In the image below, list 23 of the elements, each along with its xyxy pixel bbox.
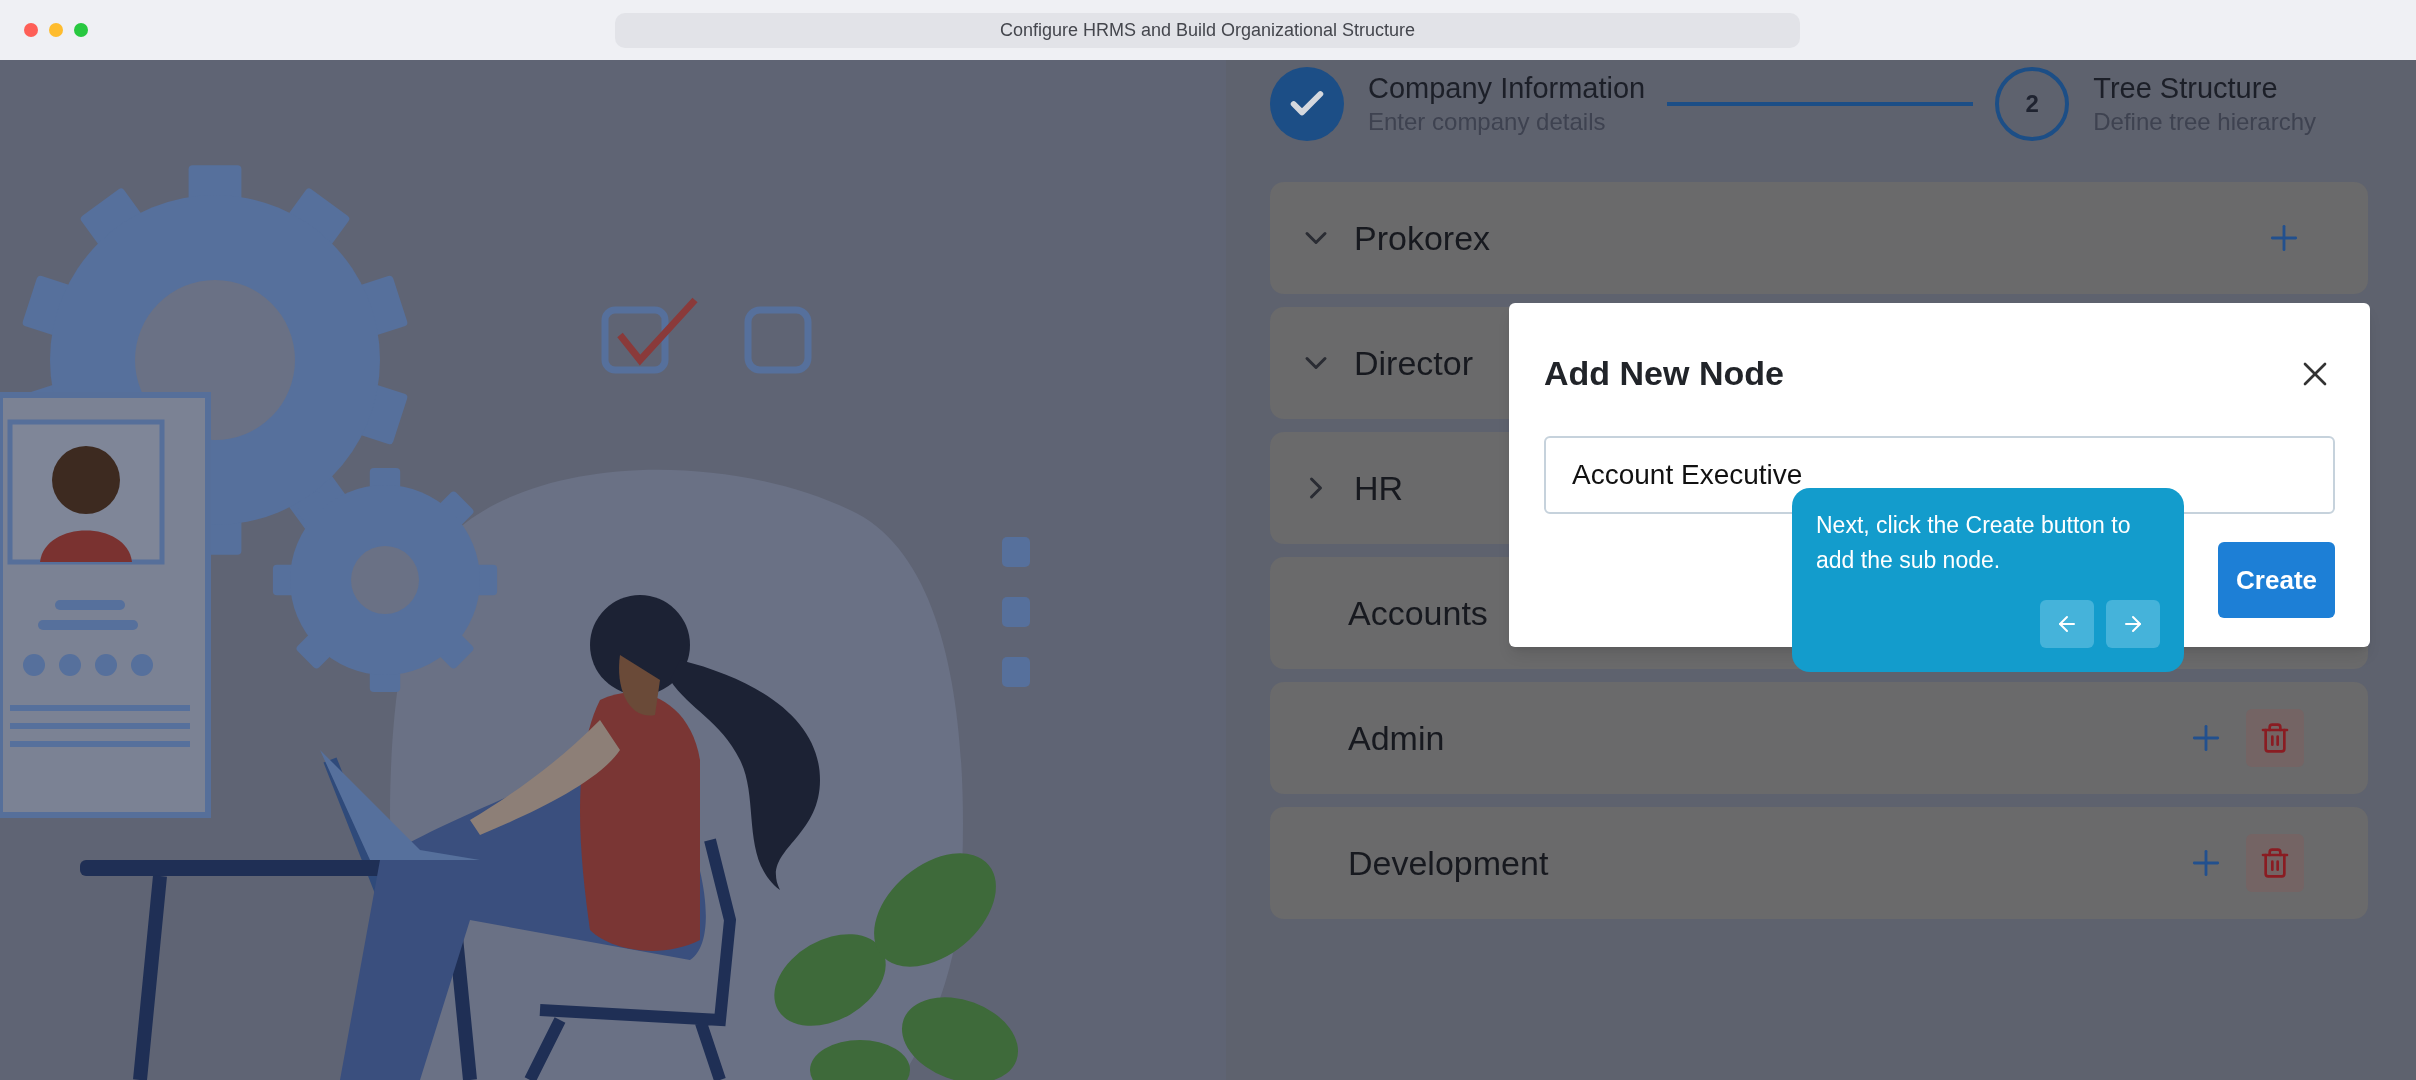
step-title: Tree Structure	[2093, 71, 2279, 106]
create-button[interactable]: Create	[2218, 542, 2335, 618]
tooltip-text: Next, click the Create button to add the sub node.	[1816, 511, 2132, 575]
node-label: Admin	[1348, 717, 1445, 759]
minimize-window-icon[interactable]	[49, 23, 63, 37]
node-label: Development	[1348, 842, 1549, 884]
node-label: Prokorex	[1354, 217, 1491, 259]
trash-icon	[2259, 722, 2291, 754]
step-title: Company Information	[1368, 71, 1646, 106]
delete-button[interactable]	[2246, 834, 2304, 892]
previous-button[interactable]	[2040, 600, 2094, 648]
dialog-title: Add New Node	[1544, 353, 1784, 394]
step-number: 2	[1995, 67, 2070, 141]
node-label: Accounts	[1348, 592, 1488, 634]
maximize-window-icon[interactable]	[74, 23, 88, 37]
trash-icon	[2259, 847, 2291, 879]
close-window-icon[interactable]	[24, 23, 38, 37]
node-name-field[interactable]: Account Executive	[1544, 436, 2335, 514]
next-button[interactable]	[2106, 600, 2160, 648]
node-label: Director	[1354, 342, 1474, 384]
delete-button[interactable]	[2246, 709, 2304, 767]
node-label: HR	[1354, 467, 1404, 509]
window-title: Configure HRMS and Build Organizational Structure	[999, 19, 1416, 42]
